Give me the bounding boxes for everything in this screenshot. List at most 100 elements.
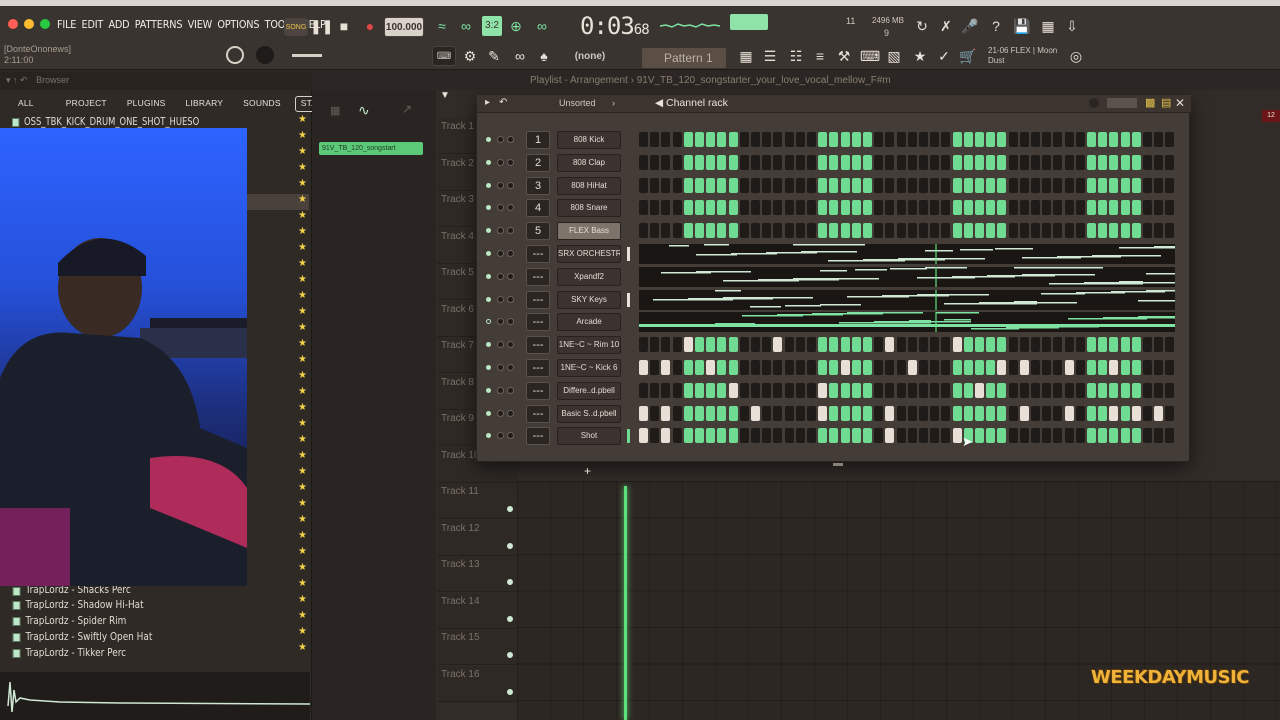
star-icon[interactable]: ★ (298, 162, 307, 173)
step-button[interactable] (818, 428, 828, 444)
step-button[interactable] (1165, 200, 1175, 216)
step-button[interactable] (986, 223, 996, 239)
step-button[interactable] (683, 428, 693, 444)
loop-record-icon[interactable]: ∞ (532, 16, 552, 36)
track-status-dot[interactable] (507, 652, 513, 658)
step-button[interactable] (1109, 405, 1119, 421)
piano-roll-preview[interactable] (639, 244, 1175, 264)
browser-item[interactable]: TrapLordz - Swiftly Open Hat (0, 629, 265, 645)
step-button[interactable] (661, 154, 671, 170)
step-button[interactable] (672, 177, 682, 193)
step-button[interactable] (1098, 405, 1108, 421)
step-button[interactable] (661, 405, 671, 421)
mute-led[interactable] (486, 182, 491, 188)
step-button[interactable] (1042, 360, 1052, 375)
step-button[interactable] (1064, 223, 1074, 239)
step-edit-icon[interactable]: ⊕ (506, 16, 526, 36)
plugin-picker-icon[interactable]: ⚒ (834, 46, 854, 66)
step-button[interactable] (1053, 428, 1063, 444)
channel-name-button[interactable]: FLEX Bass (557, 222, 621, 241)
chevron-right-icon[interactable]: › (612, 98, 615, 108)
step-button[interactable] (986, 360, 996, 375)
step-button[interactable] (818, 337, 828, 353)
step-button[interactable] (907, 223, 917, 239)
step-button[interactable] (885, 360, 895, 375)
step-button[interactable] (919, 177, 928, 193)
step-button[interactable] (941, 382, 951, 398)
step-button[interactable] (1098, 337, 1108, 353)
channel-row[interactable]: 4 808 Snare (477, 197, 1191, 219)
mute-led[interactable] (486, 137, 491, 142)
step-button[interactable] (1165, 405, 1175, 421)
pan-knob[interactable] (497, 158, 504, 166)
step-button[interactable] (1131, 223, 1141, 239)
step-button[interactable] (795, 428, 805, 444)
step-button[interactable] (717, 154, 727, 170)
step-button[interactable] (1165, 360, 1175, 375)
step-button[interactable] (874, 223, 884, 239)
step-button[interactable] (930, 223, 940, 239)
selection-indicator[interactable] (627, 247, 630, 261)
step-view-icon[interactable]: ▤ (1161, 96, 1171, 109)
channel-row[interactable]: 1 808 Kick (477, 129, 1191, 151)
step-button[interactable] (975, 200, 984, 216)
group-filter-selector[interactable]: Unsorted (559, 98, 596, 108)
step-button[interactable] (784, 382, 794, 398)
channel-row[interactable]: --- 1NE~C ~ Kick 6 (477, 357, 1191, 379)
step-button[interactable] (1053, 132, 1063, 147)
step-button[interactable] (1120, 132, 1130, 147)
step-button[interactable] (807, 223, 816, 239)
mute-led[interactable] (486, 205, 491, 211)
add-channel-button[interactable]: + (584, 465, 594, 477)
step-button[interactable] (650, 200, 660, 216)
step-button[interactable] (874, 337, 884, 353)
step-button[interactable] (1053, 177, 1063, 193)
step-button[interactable] (851, 337, 861, 353)
pattern-view-icon[interactable]: ▦ (330, 104, 340, 117)
snap-selector[interactable]: (none) (560, 46, 620, 66)
pan-knob[interactable] (497, 409, 504, 417)
step-button[interactable] (963, 405, 973, 421)
step-button[interactable] (1165, 428, 1175, 444)
step-button[interactable] (851, 382, 861, 398)
step-button[interactable] (952, 177, 962, 193)
step-button[interactable] (762, 223, 772, 239)
step-button[interactable] (728, 428, 738, 444)
channel-name-button[interactable]: Shot (557, 427, 621, 446)
step-button[interactable] (773, 132, 783, 147)
step-button[interactable] (639, 177, 648, 193)
step-button[interactable] (1031, 223, 1040, 239)
mixer-view-icon[interactable]: ☷ (786, 46, 806, 66)
step-button[interactable] (874, 428, 884, 444)
tools-icon[interactable]: ✓ (934, 46, 954, 66)
step-button[interactable] (1154, 405, 1164, 421)
step-button[interactable] (650, 154, 660, 170)
step-button[interactable] (795, 177, 805, 193)
pan-knob[interactable] (497, 204, 504, 212)
step-button[interactable] (851, 177, 861, 193)
close-icon[interactable]: ✕ (1175, 96, 1185, 110)
plugin-icon[interactable]: ★ (910, 46, 930, 66)
step-button[interactable] (739, 428, 749, 444)
step-button[interactable] (706, 360, 716, 375)
volume-knob[interactable] (507, 181, 514, 189)
step-button[interactable] (1098, 154, 1108, 170)
step-button[interactable] (650, 177, 660, 193)
step-button[interactable] (762, 337, 772, 353)
step-button[interactable] (930, 154, 940, 170)
step-button[interactable] (1031, 405, 1040, 421)
step-button[interactable] (863, 132, 872, 147)
step-button[interactable] (751, 360, 760, 375)
step-button[interactable] (1075, 200, 1085, 216)
step-button[interactable] (1053, 154, 1063, 170)
mute-led[interactable] (486, 387, 491, 393)
channel-name-button[interactable]: Basic S..d.pbell (557, 404, 621, 423)
step-button[interactable] (706, 405, 716, 421)
step-button[interactable] (650, 360, 660, 375)
step-button[interactable] (739, 360, 749, 375)
step-button[interactable] (1031, 428, 1040, 444)
step-button[interactable] (952, 132, 962, 147)
step-button[interactable] (1098, 132, 1108, 147)
channel-name-button[interactable]: Arcade (557, 313, 621, 332)
piano-roll-preview[interactable] (639, 266, 1175, 287)
